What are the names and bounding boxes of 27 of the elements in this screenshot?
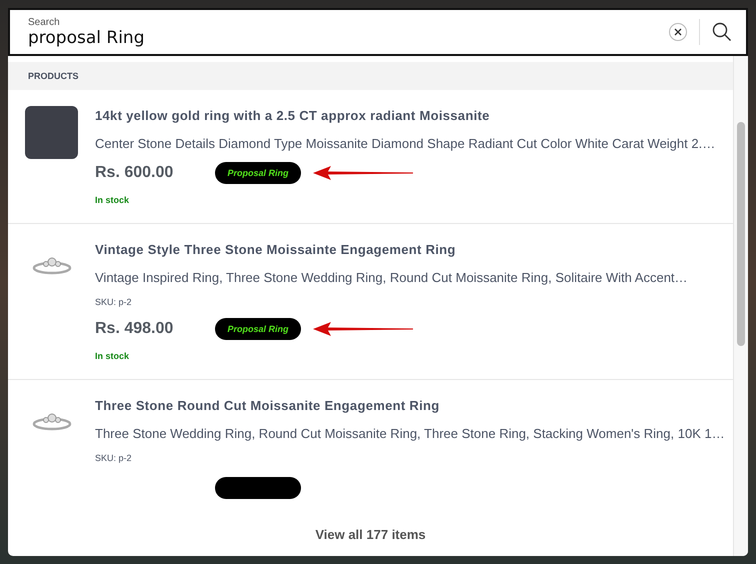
product-description: Three Stone Wedding Ring, Round Cut Moissanite Ring, Three Stone Ring, Stacking Women's Ring, 10K 1… [95, 426, 726, 441]
product-price: Rs. 600.00 [95, 164, 174, 182]
product-title[interactable]: Three Stone Round Cut Moissanite Engagement Ring [95, 398, 733, 413]
stock-status: In stock [95, 351, 130, 361]
product-sku: SKU: p-2 [95, 453, 133, 463]
close-icon [673, 27, 683, 37]
product-row[interactable]: 14kt yellow gold ring with a 2.5 CT approx radiant Moissanite Center Stone Details Diamond Type Moissanite Diamond Shape Radiant Cut Color White Carat Weight 2.… Rs. 600.00 Proposal Ring In stock [8, 90, 733, 224]
product-description: Vintage Inspired Ring, Three Stone Wedding Ring, Round Cut Moissanite Ring, Solitaire With Accent… [95, 270, 689, 285]
photo-placeholder [25, 106, 78, 159]
product-row[interactable]: Vintage Style Three Stone Moissainte Engagement Ring Vintage Inspired Ring, Three Stone Wedding Ring, Round Cut Moissanite Ring, Solitaire With Accent… SKU: p-2 Rs. 498.00 Proposal Ring In stock [8, 224, 733, 380]
search-input[interactable]: proposal Ring [28, 28, 669, 48]
product-title[interactable]: 14kt yellow gold ring with a 2.5 CT approx radiant Moissanite [95, 108, 733, 123]
section-header: PRODUCTS [8, 62, 733, 90]
product-row[interactable]: Three Stone Round Cut Moissanite Engagement Ring Three Stone Wedding Ring, Round Cut Moissanite Ring, Three Stone Ring, Stacking Women's Ring, 10K 1… SKU: p-2 [8, 380, 733, 512]
clear-button[interactable] [669, 23, 687, 41]
view-all-link[interactable]: View all 177 items [315, 526, 426, 542]
scrollbar-thumb[interactable] [737, 122, 745, 346]
product-description: Center Stone Details Diamond Type Moissanite Diamond Shape Radiant Cut Color White Carat Weight 2.… [95, 136, 716, 151]
product-price: Rs. 498.00 [95, 320, 174, 338]
product-sku: SKU: p-2 [95, 297, 133, 307]
tag-badge: Proposal Ring [215, 318, 301, 340]
search-label: Search [28, 16, 61, 28]
search-icon[interactable] [712, 22, 732, 42]
stock-status: In stock [95, 195, 130, 205]
tag-badge: Proposal Ring [215, 162, 301, 184]
search-field[interactable]: Search proposal Ring [8, 8, 748, 56]
product-title[interactable]: Vintage Style Three Stone Moissainte Engagement Ring [95, 242, 733, 257]
